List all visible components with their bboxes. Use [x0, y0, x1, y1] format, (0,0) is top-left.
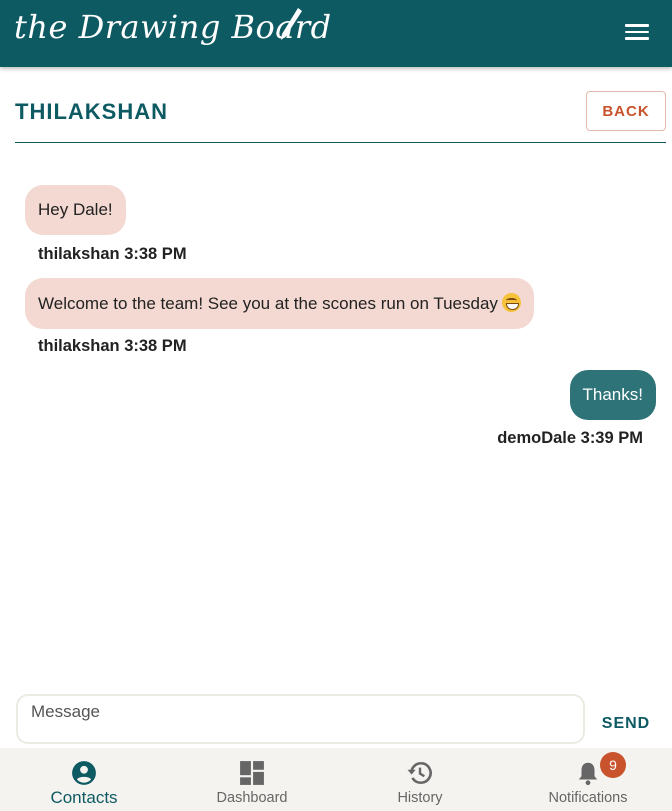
grinning-face-emoji-icon [501, 293, 521, 312]
account-circle-icon [72, 761, 96, 785]
message-sender: thilakshan [38, 337, 120, 355]
bell-icon [578, 762, 598, 786]
nav-label: Dashboard [216, 790, 288, 806]
nav-item-contacts[interactable]: Contacts [0, 748, 168, 811]
nav-item-history[interactable]: History [336, 748, 504, 811]
message-meta: thilakshan 3:38 PM [38, 245, 187, 264]
dashboard-icon [240, 761, 264, 785]
message-time: 3:38 PM [124, 337, 187, 355]
message-meta: demoDale 3:39 PM [497, 429, 643, 448]
contact-name: THILAKSHAN [15, 99, 168, 124]
bottom-navigation: Contacts Dashboard History Notifications [0, 748, 672, 811]
chat-header: THILAKSHAN BACK [15, 88, 666, 143]
nav-item-notifications[interactable]: Notifications [504, 748, 672, 811]
message-bubble: Welcome to the team! See you at the scon… [25, 278, 534, 329]
compose-bar: SEND [0, 692, 672, 748]
message-sender: thilakshan [38, 245, 120, 263]
notification-count-badge: 9 [600, 752, 626, 778]
nav-label: History [397, 790, 443, 806]
message-meta: thilakshan 3:38 PM [38, 337, 187, 356]
message-bubble: Thanks! [569, 370, 656, 420]
nav-item-dashboard[interactable]: Dashboard [168, 748, 336, 811]
message-input[interactable] [16, 694, 585, 744]
send-button[interactable]: SEND [597, 710, 655, 738]
message-text: Welcome to the team! See you at the scon… [38, 294, 498, 313]
app-bar: the Drawing Board [0, 0, 672, 67]
message-text: Thanks! [569, 370, 656, 420]
message-bubble: Hey Dale! [25, 185, 126, 235]
back-button[interactable]: BACK [586, 91, 666, 131]
message-text: Hey Dale! [25, 185, 126, 235]
history-icon [407, 761, 432, 785]
nav-label: Notifications [548, 790, 628, 806]
message-time: 3:39 PM [580, 429, 643, 447]
pen-icon [281, 8, 302, 40]
nav-label: Contacts [50, 788, 118, 807]
message-bubble-body: Welcome to the team! See you at the scon… [25, 278, 534, 329]
message-sender: demoDale [497, 429, 577, 447]
hamburger-menu-icon[interactable] [622, 20, 652, 46]
message-time: 3:38 PM [124, 245, 187, 263]
